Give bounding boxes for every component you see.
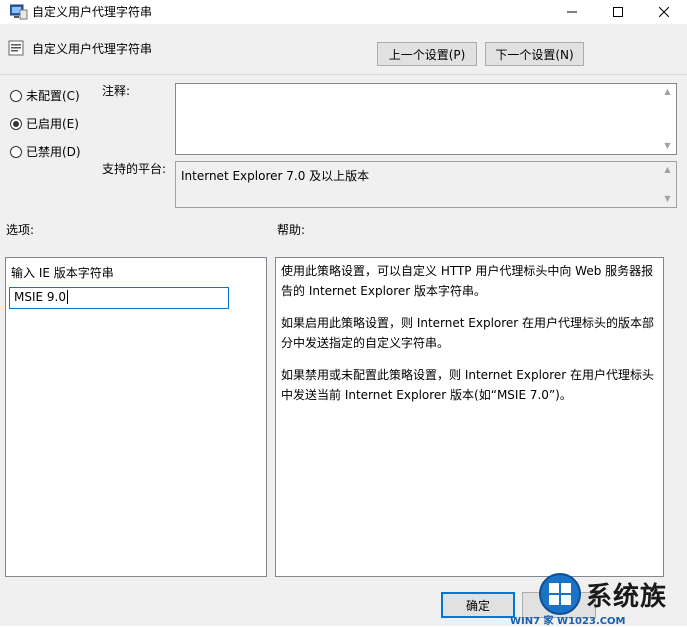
ie-version-label: 输入 IE 版本字符串	[11, 266, 114, 280]
scroll-up-icon[interactable]: ▲	[664, 162, 670, 178]
platform-field: Internet Explorer 7.0 及以上版本 ▲ ▼	[175, 161, 677, 208]
scroll-down-icon[interactable]: ▼	[664, 191, 670, 207]
help-paragraph: 如果禁用或未配置此策略设置，则 Internet Explorer 在用户代理标…	[281, 368, 655, 402]
options-label: 选项:	[6, 223, 35, 237]
watermark-brand: 系统族	[586, 582, 668, 612]
header-divider	[0, 74, 687, 75]
comment-scrollbar[interactable]: ▲ ▼	[659, 84, 676, 154]
ok-label: 确定	[465, 598, 490, 613]
radio-disabled[interactable]: 已禁用(D)	[10, 143, 81, 160]
watermark: 系统族 WIN7 家 W1023.COM	[510, 572, 687, 627]
group-policy-icon	[9, 4, 28, 20]
help-paragraph: 如果启用此策略设置，则 Internet Explorer 在用户代理标头的版本…	[281, 316, 655, 350]
platform-scrollbar[interactable]: ▲ ▼	[659, 162, 676, 207]
minimize-icon	[567, 11, 577, 13]
close-button[interactable]	[641, 0, 687, 24]
comment-textarea[interactable]: ▲ ▼	[175, 83, 677, 155]
title-bar[interactable]: 自定义用户代理字符串	[0, 0, 687, 24]
ie-version-input[interactable]: MSIE 9.0	[9, 287, 229, 309]
ok-button[interactable]: 确定	[441, 592, 515, 618]
watermark-site: WIN7 家 W1023.COM	[510, 616, 626, 627]
radio-circle	[10, 145, 22, 158]
radio-not-configured[interactable]: 未配置(C)	[10, 87, 80, 104]
comment-label: 注释:	[102, 84, 131, 98]
policy-setting-icon	[8, 40, 24, 56]
text-caret	[67, 290, 68, 304]
previous-setting-button[interactable]: 上一个设置(P)	[377, 42, 477, 66]
options-panel: 输入 IE 版本字符串 MSIE 9.0	[5, 257, 267, 577]
help-label: 帮助:	[277, 223, 306, 237]
dialog-body: 自定义用户代理字符串 上一个设置(P) 下一个设置(N) 未配置(C) 已启用(…	[0, 24, 687, 627]
close-icon	[659, 7, 669, 17]
maximize-button[interactable]	[595, 0, 641, 24]
radio-label: 已禁用(D)	[26, 145, 81, 159]
previous-setting-label: 上一个设置(P)	[388, 47, 466, 62]
radio-circle-selected	[10, 117, 22, 130]
radio-label: 未配置(C)	[26, 89, 80, 103]
windows-logo-icon	[539, 573, 581, 615]
radio-label: 已启用(E)	[26, 117, 79, 131]
next-setting-label: 下一个设置(N)	[495, 47, 574, 62]
policy-name: 自定义用户代理字符串	[32, 42, 153, 56]
platform-value: Internet Explorer 7.0 及以上版本	[181, 169, 370, 183]
next-setting-button[interactable]: 下一个设置(N)	[485, 42, 584, 66]
radio-circle	[10, 89, 22, 102]
radio-enabled[interactable]: 已启用(E)	[10, 115, 79, 132]
help-panel: 使用此策略设置，可以自定义 HTTP 用户代理标头中向 Web 服务器报告的 I…	[275, 257, 664, 577]
scroll-up-icon[interactable]: ▲	[664, 84, 670, 100]
platform-label: 支持的平台:	[102, 162, 167, 176]
window-title: 自定义用户代理字符串	[32, 5, 153, 19]
maximize-icon	[613, 7, 623, 17]
minimize-button[interactable]	[549, 0, 595, 24]
help-paragraph: 使用此策略设置，可以自定义 HTTP 用户代理标头中向 Web 服务器报告的 I…	[281, 264, 654, 298]
scroll-down-icon[interactable]: ▼	[664, 138, 670, 154]
